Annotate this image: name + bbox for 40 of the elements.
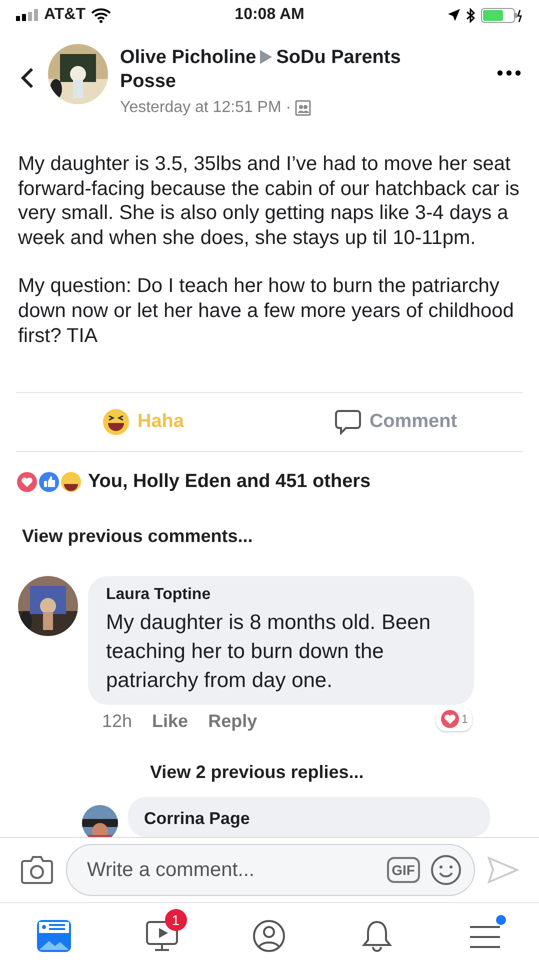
comment-time: 12h bbox=[102, 711, 132, 732]
smiley-icon[interactable] bbox=[430, 854, 462, 886]
gif-button[interactable]: GIF bbox=[386, 857, 420, 883]
news-feed-icon bbox=[36, 920, 71, 952]
laughing-face-icon bbox=[102, 408, 130, 436]
location-icon bbox=[448, 9, 460, 21]
view-replies-link[interactable]: View 2 previous replies... bbox=[0, 732, 539, 783]
post-text: My daughter is 3.5, 35lbs and I’ve had to move her seat forward-facing because the cabin of our hatchback car is very small. She is also only getting naps like 3-4 days a week and when she does, she stays up til 10-11pm. bbox=[18, 152, 520, 250]
group-icon bbox=[295, 100, 312, 116]
speech-bubble-icon bbox=[335, 409, 362, 435]
comment-button[interactable]: Comment bbox=[270, 393, 523, 451]
comment-action-link[interactable]: Reply bbox=[208, 711, 258, 732]
notification-badge: 1 bbox=[164, 909, 187, 931]
reply-author[interactable]: Corrina Page bbox=[144, 809, 250, 828]
comment-action-link[interactable]: Like bbox=[152, 711, 188, 732]
triangle-icon bbox=[260, 50, 272, 64]
bell-icon bbox=[361, 919, 394, 953]
bluetooth-icon bbox=[466, 8, 475, 22]
post-author-line: Olive Picholine SoDu Parents Posse bbox=[120, 46, 402, 94]
reaction-count: 1 bbox=[461, 712, 468, 726]
tab-button[interactable]: 1 bbox=[136, 911, 187, 960]
camera-icon[interactable] bbox=[20, 855, 54, 885]
reactions-summary[interactable]: You, Holly Eden and 451 others bbox=[88, 471, 371, 493]
carrier: AT&T bbox=[44, 6, 86, 24]
more-icon[interactable] bbox=[497, 70, 521, 76]
laughing-face-icon bbox=[60, 471, 82, 493]
signal-icon bbox=[16, 9, 38, 21]
profile-icon bbox=[252, 919, 286, 953]
wifi-icon bbox=[91, 8, 112, 22]
comment-author[interactable]: Laura Toptine bbox=[106, 586, 456, 604]
view-previous-comments-link[interactable]: View previous comments... bbox=[0, 512, 539, 566]
comment-text: My daughter is 8 months old. Been teaching her to burn down the patriarchy from day one. bbox=[106, 610, 432, 694]
post-timestamp: Yesterday at 12:51 PM · bbox=[120, 98, 292, 118]
reaction-count-badge[interactable]: 1 bbox=[436, 707, 472, 731]
like-icon bbox=[38, 471, 60, 493]
comment-input-field[interactable]: Write a comment... GIF bbox=[66, 844, 475, 896]
clock: 10:08 AM bbox=[234, 6, 304, 24]
battery-icon bbox=[481, 8, 523, 22]
back-icon[interactable] bbox=[18, 66, 36, 90]
post-text: My question: Do I teach her how to burn the patriarchy down now or let her have a few more years of childhood first? TIA bbox=[18, 274, 515, 348]
